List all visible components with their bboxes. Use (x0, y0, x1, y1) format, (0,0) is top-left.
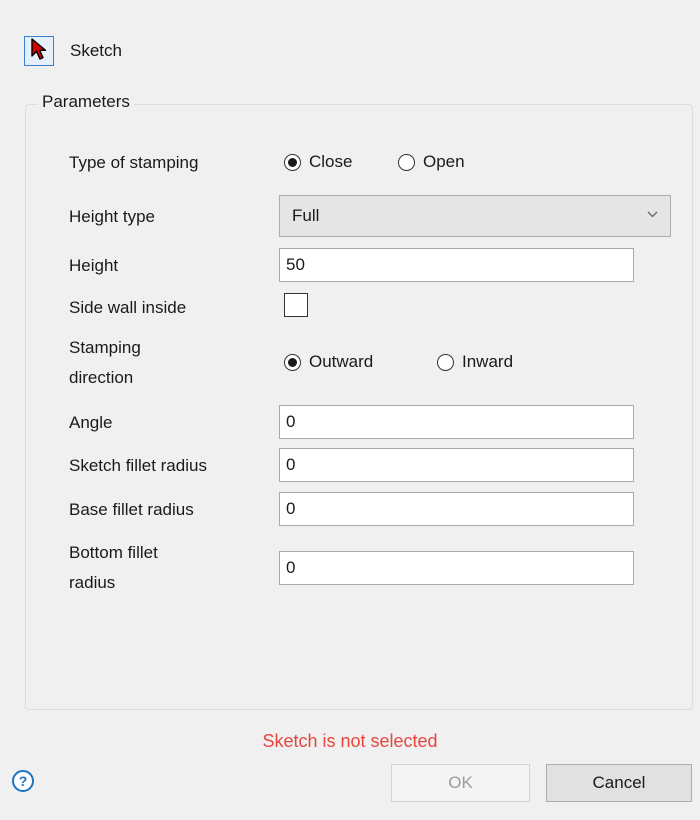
radio-close[interactable]: Close (284, 152, 352, 172)
radio-close-indicator (284, 153, 301, 171)
radio-outward-label: Outward (309, 352, 374, 371)
angle-input[interactable]: 0 (279, 405, 634, 439)
radio-close-label: Close (309, 152, 353, 171)
ok-button[interactable]: OK (391, 764, 530, 802)
radio-inward[interactable]: Inward (437, 352, 513, 372)
radio-inward-indicator (437, 353, 454, 371)
chevron-down-icon (647, 206, 658, 221)
bottom-fillet-radius-input[interactable]: 0 (279, 551, 634, 585)
sketch-select-button[interactable] (24, 36, 54, 66)
stamping-direction-label-line2: direction (69, 368, 134, 387)
stamping-direction-label-line1: Stamping (69, 338, 141, 357)
radio-open[interactable]: Open (398, 152, 465, 172)
radio-outward[interactable]: Outward (284, 352, 373, 372)
parameters-group-title: Parameters (38, 92, 134, 112)
height-type-label: Height type (69, 207, 155, 226)
side-wall-inside-checkbox[interactable] (284, 293, 308, 317)
radio-outward-indicator (284, 353, 301, 371)
base-fillet-radius-input[interactable]: 0 (279, 492, 634, 526)
sketch-label: Sketch (70, 41, 122, 60)
cancel-button[interactable]: Cancel (546, 764, 692, 802)
base-fillet-radius-label: Base fillet radius (69, 500, 194, 519)
height-label: Height (69, 256, 119, 275)
radio-open-indicator (398, 153, 415, 171)
radio-inward-label: Inward (462, 352, 514, 371)
height-type-select[interactable]: Full (279, 195, 671, 237)
height-input[interactable]: 50 (279, 248, 634, 282)
radio-open-label: Open (423, 152, 465, 171)
bottom-fillet-radius-label-line2: radius (69, 573, 116, 592)
sketch-fillet-radius-label: Sketch fillet radius (69, 456, 207, 475)
height-type-value: Full (292, 206, 320, 225)
sketch-fillet-radius-input[interactable]: 0 (279, 448, 634, 482)
cursor-arrow-icon (29, 37, 49, 65)
side-wall-inside-label: Side wall inside (69, 298, 187, 317)
bottom-fillet-radius-label-line1: Bottom fillet (69, 543, 158, 562)
type-of-stamping-label: Type of stamping (69, 153, 199, 172)
angle-label: Angle (69, 413, 113, 432)
status-message: Sketch is not selected (262, 731, 438, 751)
help-icon[interactable]: ? (12, 770, 34, 792)
